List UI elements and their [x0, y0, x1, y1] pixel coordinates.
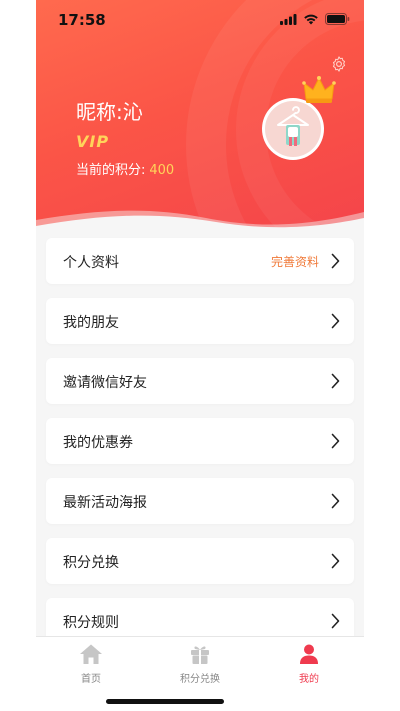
menu-item-label: 邀请微信好友	[63, 375, 147, 391]
wifi-icon	[304, 14, 318, 24]
chevron-right-icon	[331, 553, 340, 569]
crown-icon	[302, 76, 336, 103]
points-value: 400	[149, 163, 175, 178]
chevron-right-icon	[331, 433, 340, 449]
menu-item-label: 积分兑换	[63, 555, 119, 571]
status-icons	[280, 13, 350, 25]
nickname: 昵称:沁	[76, 100, 143, 124]
menu-item-label: 我的优惠券	[63, 435, 133, 451]
menu-item-friends[interactable]: 我的朋友	[46, 298, 354, 344]
hanger-clothes-icon	[277, 106, 309, 146]
profile-header: 17:58 昵称:沁 VIP 当前的积分: 400	[36, 0, 364, 235]
menu-item-label: 我的朋友	[63, 315, 119, 331]
vip-badge: VIP	[76, 132, 110, 151]
menu-item-profile[interactable]: 个人资料 完善资料	[46, 238, 354, 284]
menu-list: 个人资料 完善资料 我的朋友 邀请微信好友 我的优惠券 最新活动海报 积分兑换 …	[46, 238, 354, 658]
user-icon	[300, 644, 318, 664]
phone-screen: 17:58 昵称:沁 VIP 当前的积分: 400 个人资料 完善资料 我的朋友…	[36, 0, 364, 711]
complete-profile-link[interactable]: 完善资料	[271, 253, 319, 270]
status-bar: 17:58	[36, 0, 364, 40]
chevron-right-icon	[331, 373, 340, 389]
menu-item-label: 个人资料	[63, 255, 119, 271]
tab-label: 首页	[81, 674, 101, 685]
tab-home[interactable]: 首页	[41, 643, 141, 685]
menu-item-label: 最新活动海报	[63, 495, 147, 511]
menu-item-points-exchange[interactable]: 积分兑换	[46, 538, 354, 584]
chevron-right-icon	[331, 313, 340, 329]
avatar-image	[265, 101, 321, 157]
signal-icon	[280, 13, 297, 25]
status-time: 17:58	[58, 11, 106, 29]
tab-mine[interactable]: 我的	[259, 643, 359, 685]
chevron-right-icon	[331, 253, 340, 269]
settings-gear-icon[interactable]	[330, 55, 348, 73]
avatar[interactable]	[262, 98, 324, 160]
points-label: 当前的积分:	[76, 163, 146, 178]
header-wave	[36, 210, 364, 235]
home-indicator	[106, 699, 224, 704]
tab-points-exchange[interactable]: 积分兑换	[150, 643, 250, 685]
chevron-right-icon	[331, 493, 340, 509]
battery-icon	[325, 13, 350, 25]
tab-label: 我的	[299, 674, 319, 685]
menu-item-posters[interactable]: 最新活动海报	[46, 478, 354, 524]
tab-label: 积分兑换	[180, 674, 220, 685]
home-icon	[80, 644, 102, 664]
points-line: 当前的积分: 400	[76, 159, 174, 178]
gift-icon	[191, 646, 209, 664]
chevron-right-icon	[331, 613, 340, 629]
menu-item-coupons[interactable]: 我的优惠券	[46, 418, 354, 464]
menu-item-label: 积分规则	[63, 615, 119, 631]
menu-item-invite-wechat[interactable]: 邀请微信好友	[46, 358, 354, 404]
